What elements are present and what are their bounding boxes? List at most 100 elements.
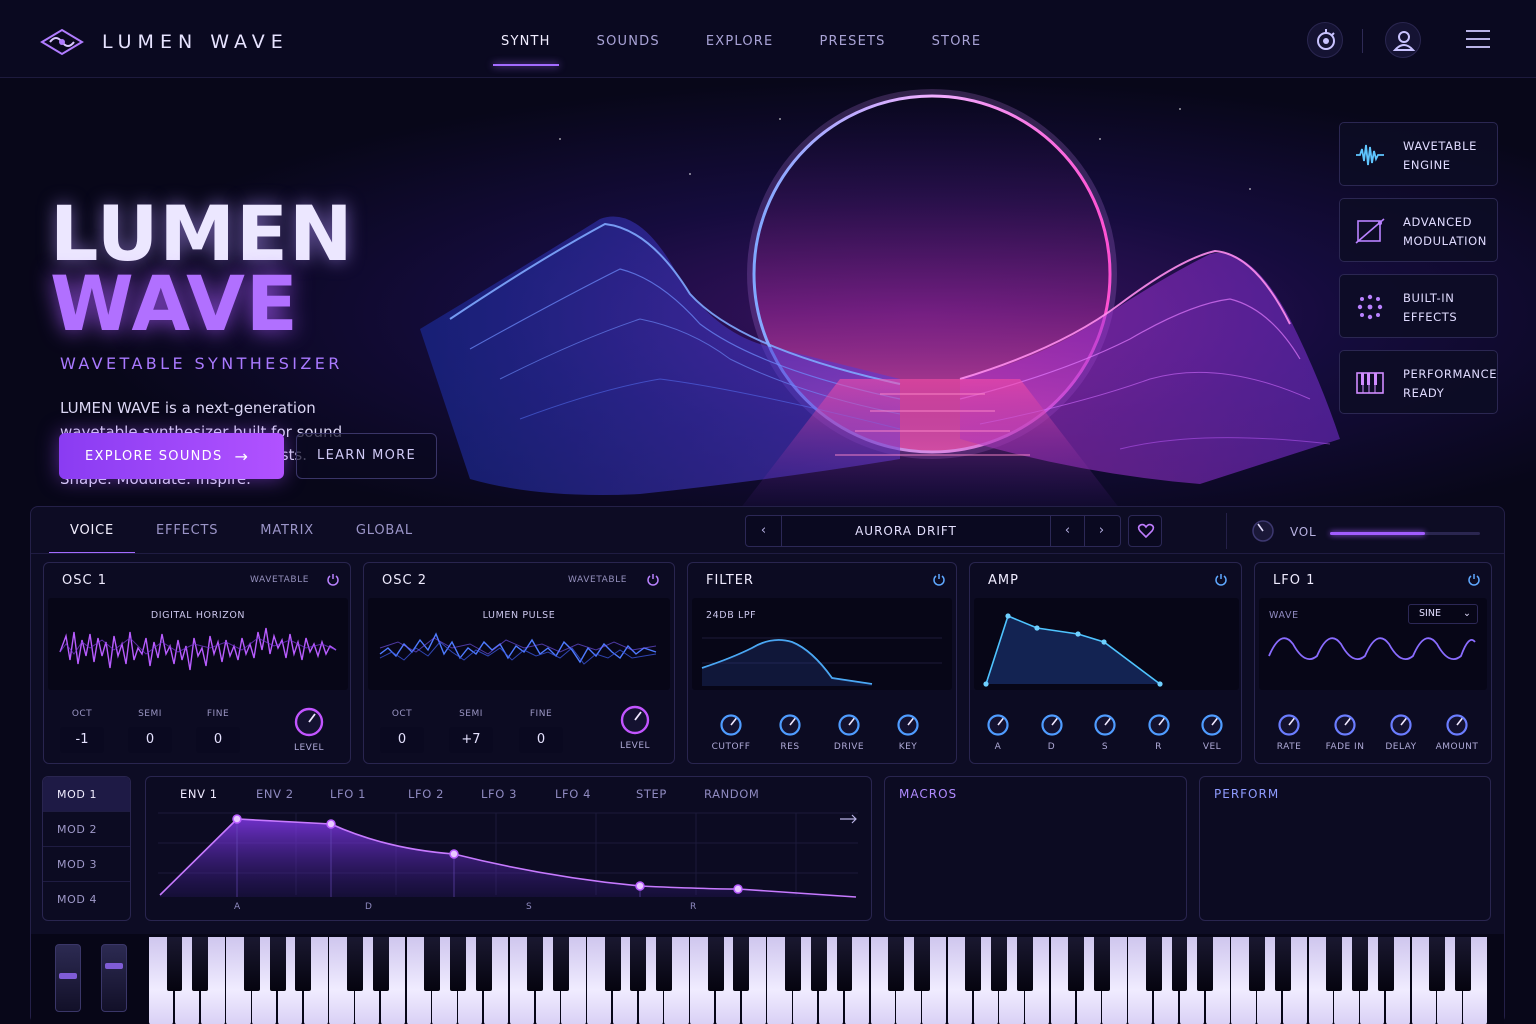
black-key[interactable] — [1016, 937, 1033, 991]
filter-res-knob[interactable] — [778, 713, 802, 737]
black-key[interactable] — [1274, 937, 1291, 991]
nav-synth[interactable]: SYNTH — [478, 0, 574, 78]
osc2-power-icon[interactable] — [646, 572, 660, 586]
black-key[interactable] — [295, 937, 312, 991]
black-key[interactable] — [192, 937, 209, 991]
amp-d-knob[interactable] — [1040, 713, 1064, 737]
black-key[interactable] — [965, 937, 982, 991]
black-key[interactable] — [1351, 937, 1368, 991]
black-key[interactable] — [1454, 937, 1471, 991]
black-key[interactable] — [243, 937, 260, 991]
mod-slot-3[interactable]: MOD 3 — [43, 847, 130, 882]
field-value[interactable]: 0 — [519, 727, 563, 753]
amp-r-knob[interactable] — [1147, 713, 1171, 737]
black-key[interactable] — [810, 937, 827, 991]
black-key[interactable] — [888, 937, 905, 991]
preset-name[interactable]: AURORA DRIFT — [782, 516, 1030, 546]
preset-next-button[interactable]: › — [1084, 516, 1118, 546]
black-key[interactable] — [1145, 937, 1162, 991]
explore-sounds-button[interactable]: EXPLORE SOUNDS → — [59, 433, 284, 479]
filter-drive-label: DRIVE — [833, 742, 865, 752]
target-button[interactable] — [1307, 22, 1343, 58]
field-value[interactable]: 0 — [128, 727, 172, 753]
black-key[interactable] — [1248, 937, 1265, 991]
black-key[interactable] — [166, 937, 183, 991]
lfo1-fade-in-knob[interactable] — [1333, 713, 1357, 737]
black-key[interactable] — [346, 937, 363, 991]
black-key[interactable] — [656, 937, 673, 991]
black-key[interactable] — [1429, 937, 1446, 991]
menu-icon[interactable] — [1466, 30, 1490, 50]
volume-slider[interactable] — [1330, 532, 1480, 535]
preset-prev-button[interactable]: ‹ — [1050, 516, 1084, 546]
black-key[interactable] — [784, 937, 801, 991]
black-key[interactable] — [527, 937, 544, 991]
amp-s-knob[interactable] — [1093, 713, 1117, 737]
mod-slot-2[interactable]: MOD 2 — [43, 812, 130, 847]
favorite-button[interactable] — [1128, 515, 1162, 547]
preset-browse-back-button[interactable]: ‹ — [746, 516, 782, 546]
osc2-waveform — [379, 632, 657, 665]
black-key[interactable] — [1094, 937, 1111, 991]
filter-power-icon[interactable] — [932, 572, 946, 586]
osc1-level-knob[interactable] — [293, 706, 325, 738]
piano-keys[interactable] — [149, 937, 1489, 1024]
nav-sounds[interactable]: SOUNDS — [574, 0, 683, 78]
black-key[interactable] — [707, 937, 724, 991]
black-key[interactable] — [269, 937, 286, 991]
field-label: FINE — [529, 709, 553, 719]
black-key[interactable] — [836, 937, 853, 991]
black-key[interactable] — [475, 937, 492, 991]
black-key[interactable] — [1377, 937, 1394, 991]
black-key[interactable] — [449, 937, 466, 991]
field-value[interactable]: 0 — [196, 727, 240, 753]
field-value[interactable]: 0 — [380, 727, 424, 753]
account-button[interactable] — [1385, 22, 1421, 58]
tabs-divider — [31, 553, 1504, 554]
filter-cutoff-knob[interactable] — [719, 713, 743, 737]
lfo1-delay-knob[interactable] — [1389, 713, 1413, 737]
black-key[interactable] — [1326, 937, 1343, 991]
mod-slot-1[interactable]: MOD 1 — [43, 777, 130, 812]
black-key[interactable] — [630, 937, 647, 991]
osc1-power-icon[interactable] — [326, 572, 340, 586]
black-key[interactable] — [991, 937, 1008, 991]
tab-global[interactable]: GLOBAL — [335, 507, 434, 553]
nav-presets[interactable]: PRESETS — [796, 0, 908, 78]
black-key[interactable] — [733, 937, 750, 991]
lfo1-power-icon[interactable] — [1467, 572, 1481, 586]
feature-label: ADVANCED MODULATION — [1403, 213, 1493, 250]
lfo1-amount-knob[interactable] — [1445, 713, 1469, 737]
field-value[interactable]: +7 — [449, 727, 493, 753]
black-key[interactable] — [1068, 937, 1085, 991]
black-key[interactable] — [1197, 937, 1214, 991]
pitch-wheel[interactable] — [55, 944, 81, 1012]
filter-key-knob[interactable] — [896, 713, 920, 737]
filter-cutoff-label: CUTOFF — [711, 742, 751, 752]
mod-slot-4[interactable]: MOD 4 — [43, 882, 130, 917]
tab-effects[interactable]: EFFECTS — [135, 507, 239, 553]
lfo1-rate-knob[interactable] — [1277, 713, 1301, 737]
filter-drive-knob[interactable] — [837, 713, 861, 737]
black-key[interactable] — [424, 937, 441, 991]
tab-matrix[interactable]: MATRIX — [239, 507, 335, 553]
volume-knob[interactable] — [1251, 519, 1275, 543]
nav-store[interactable]: STORE — [909, 0, 1005, 78]
mod-wheel[interactable] — [101, 944, 127, 1012]
learn-more-button[interactable]: LEARN MORE — [296, 433, 437, 479]
amp-a-knob[interactable] — [986, 713, 1010, 737]
amp-vel-knob[interactable] — [1200, 713, 1224, 737]
main-nav: SYNTH SOUNDS EXPLORE PRESETS STORE — [478, 0, 1004, 78]
black-key[interactable] — [1171, 937, 1188, 991]
nav-explore[interactable]: EXPLORE — [683, 0, 797, 78]
osc2-level-knob[interactable] — [619, 704, 651, 736]
black-key[interactable] — [372, 937, 389, 991]
field-value[interactable]: -1 — [60, 727, 104, 753]
env-graph[interactable] — [146, 777, 873, 922]
hero-subtitle: WAVETABLE SYNTHESIZER — [60, 354, 343, 373]
black-key[interactable] — [913, 937, 930, 991]
black-key[interactable] — [553, 937, 570, 991]
tab-voice[interactable]: VOICE — [49, 507, 136, 554]
amp-power-icon[interactable] — [1214, 572, 1228, 586]
black-key[interactable] — [604, 937, 621, 991]
